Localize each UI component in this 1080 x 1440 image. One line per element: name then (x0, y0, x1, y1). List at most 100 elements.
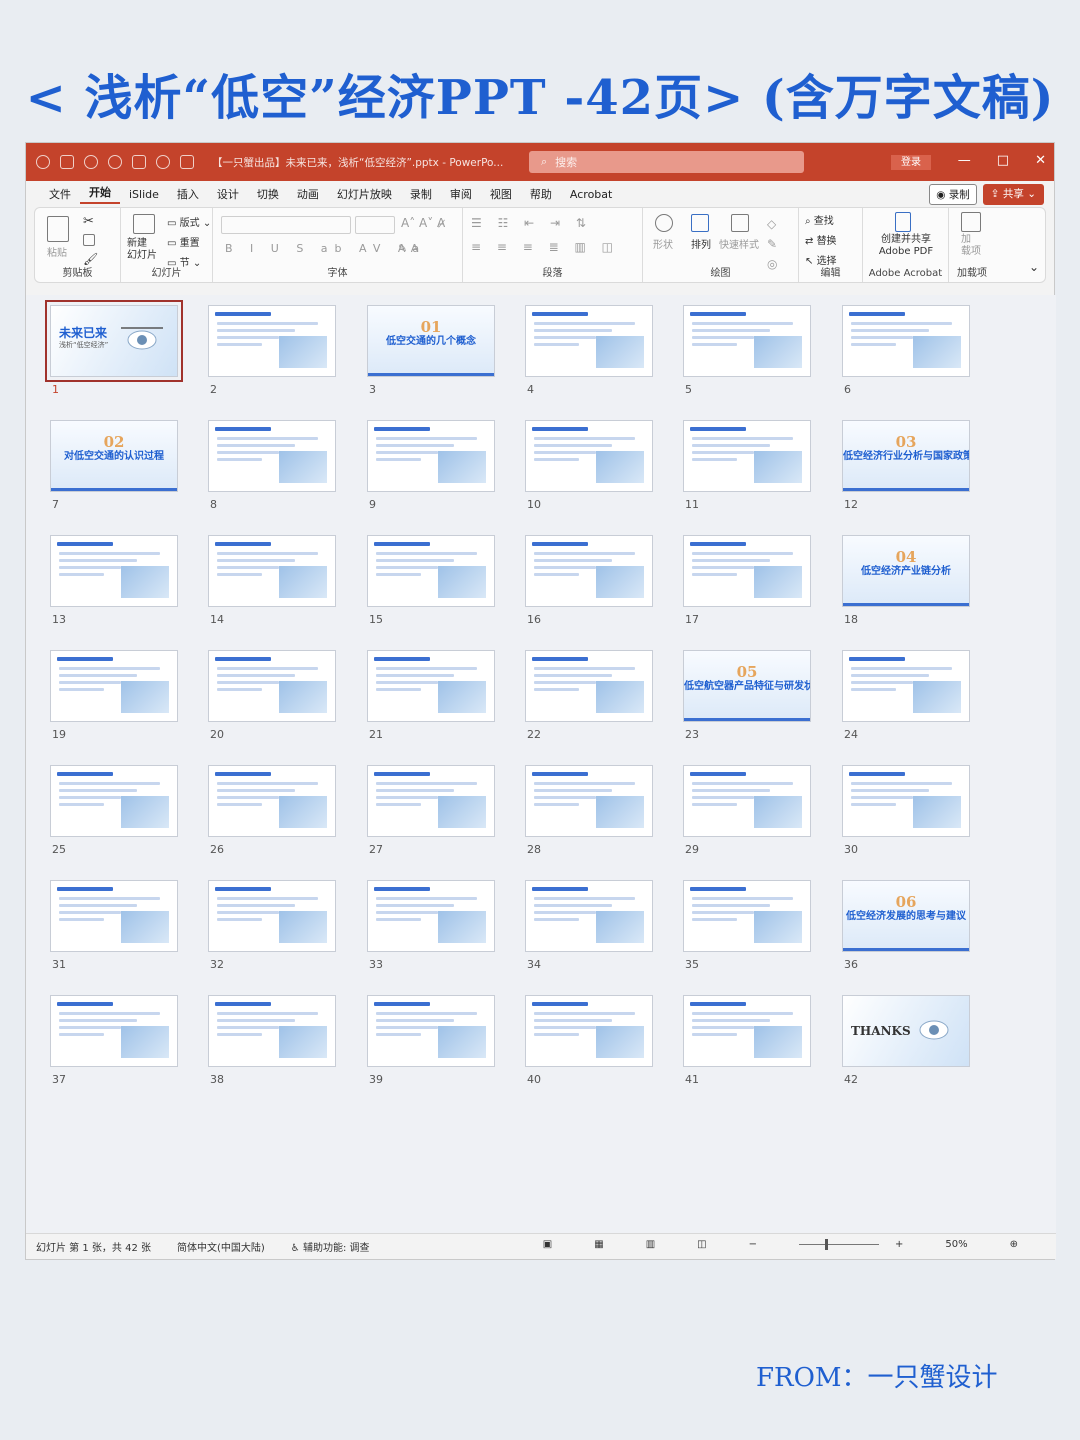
minimize-button[interactable]: — (958, 153, 971, 168)
slide-thumbnail[interactable] (50, 995, 178, 1067)
slide-sorter-icon[interactable]: ▦ (594, 1239, 603, 1250)
find-button[interactable]: ⌕ 查找 (805, 212, 834, 227)
cut-icon[interactable]: ✂ (83, 214, 94, 229)
addins-button[interactable]: 加 载项 (961, 234, 981, 258)
tab-record[interactable]: 录制 (401, 186, 441, 202)
slide-thumbnail[interactable] (525, 880, 653, 952)
tab-review[interactable]: 审阅 (441, 186, 481, 202)
font-grow-icon[interactable]: A˄ A˅ A̷ (401, 216, 445, 230)
create-pdf-button[interactable]: 创建并共享 Adobe PDF (867, 234, 945, 258)
slide-thumbnail[interactable]: 未来已来 浅析“低空经济” (45, 300, 183, 382)
redo-icon[interactable] (108, 155, 122, 169)
login-button[interactable]: 登录 (891, 155, 931, 170)
slide-thumbnail[interactable] (842, 650, 970, 722)
slide-thumbnail[interactable] (50, 880, 178, 952)
slide-thumbnail[interactable] (208, 650, 336, 722)
accessibility-status[interactable]: ♿ 辅助功能: 调查 (291, 1239, 396, 1254)
slide-thumbnail[interactable] (50, 535, 178, 607)
slide-thumbnail[interactable]: 01 低空交通的几个概念 (367, 305, 495, 377)
maximize-button[interactable]: □ (997, 153, 1009, 168)
reading-view-icon[interactable]: ▥ (646, 1239, 655, 1250)
collapse-ribbon-icon[interactable]: ⌄ (1029, 260, 1039, 274)
tab-file[interactable]: 文件 (40, 186, 80, 202)
language-status[interactable]: 简体中文(中国大陆) (177, 1239, 265, 1254)
quick-styles-icon[interactable] (731, 214, 749, 232)
slide-thumbnail[interactable] (683, 535, 811, 607)
slide-thumbnail[interactable] (208, 995, 336, 1067)
slide-thumbnail[interactable] (367, 420, 495, 492)
slide-thumbnail[interactable] (208, 420, 336, 492)
draw-icon[interactable] (156, 155, 170, 169)
slide-thumbnail[interactable] (842, 765, 970, 837)
reset-button[interactable]: ▭ 重置 (167, 234, 200, 249)
slideshow-icon[interactable]: ◫ (697, 1239, 706, 1250)
zoom-in-button[interactable]: + (895, 1239, 903, 1250)
shape-icon[interactable] (655, 214, 673, 232)
search-box[interactable]: ⌕ 搜索 (529, 151, 804, 173)
tab-islide[interactable]: iSlide (120, 188, 168, 201)
slide-thumbnail[interactable] (367, 650, 495, 722)
new-slide-icon[interactable] (133, 214, 155, 234)
tab-home[interactable]: 开始 (80, 184, 120, 204)
font-family-select[interactable] (221, 216, 351, 234)
slide-thumbnail[interactable]: 02 对低空交通的认识过程 (50, 420, 178, 492)
slide-thumbnail[interactable] (208, 305, 336, 377)
slide-thumbnail[interactable] (208, 535, 336, 607)
zoom-slider[interactable] (798, 1239, 879, 1250)
slide-thumbnail[interactable]: 05 低空航空器产品特征与研发状况 (683, 650, 811, 722)
new-slide-button[interactable]: 新建 幻灯片 (127, 238, 157, 262)
slide-thumbnail[interactable] (367, 995, 495, 1067)
close-button[interactable]: ✕ (1035, 153, 1046, 168)
align-icons[interactable]: ≡ ≡ ≡ ≣ ▥ ◫ (471, 240, 619, 254)
present-icon[interactable] (132, 155, 146, 169)
slide-thumbnail[interactable] (50, 765, 178, 837)
slide-thumbnail[interactable] (842, 305, 970, 377)
slide-thumbnail[interactable] (683, 765, 811, 837)
tab-view[interactable]: 视图 (481, 186, 521, 202)
slide-thumbnail[interactable] (683, 305, 811, 377)
slide-thumbnail[interactable] (367, 880, 495, 952)
tab-insert[interactable]: 插入 (168, 186, 208, 202)
zoom-level[interactable]: 50% (945, 1239, 967, 1250)
slide-thumbnail[interactable]: 06 低空经济发展的思考与建议 (842, 880, 970, 952)
slide-thumbnail[interactable] (683, 420, 811, 492)
share-button[interactable]: ⇪ 共享 ⌄ (982, 184, 1044, 205)
paste-icon[interactable] (47, 216, 69, 242)
tab-transitions[interactable]: 切换 (248, 186, 288, 202)
replace-button[interactable]: ⇄ 替换 (805, 232, 837, 247)
slide-thumbnail[interactable] (367, 535, 495, 607)
slide-thumbnail[interactable] (525, 535, 653, 607)
slide-thumbnail[interactable] (683, 995, 811, 1067)
slide-thumbnail[interactable] (525, 765, 653, 837)
slide-thumbnail[interactable] (525, 995, 653, 1067)
slide-thumbnail[interactable]: THANKS (842, 995, 970, 1067)
slide-thumbnail[interactable] (50, 650, 178, 722)
font-format-icons[interactable]: B I U S ab AV Aa (225, 242, 426, 255)
slide-thumbnail[interactable] (525, 650, 653, 722)
slide-thumbnail[interactable]: 04 低空经济产业链分析 (842, 535, 970, 607)
layout-button[interactable]: ▭ 版式 ⌄ (167, 214, 211, 229)
slide-thumbnail[interactable] (367, 765, 495, 837)
copy-icon[interactable] (83, 234, 95, 246)
slide-thumbnail[interactable]: 03 低空经济行业分析与国家政策 (842, 420, 970, 492)
fit-window-icon[interactable]: ⊕ (1010, 1239, 1018, 1250)
slide-thumbnail[interactable] (208, 880, 336, 952)
undo-icon[interactable] (84, 155, 98, 169)
tab-slideshow[interactable]: 幻灯片放映 (328, 186, 401, 202)
slide-thumbnail[interactable] (525, 305, 653, 377)
list-icons[interactable]: ☰ ☷ ⇤ ⇥ ⇅ (471, 216, 592, 230)
tab-design[interactable]: 设计 (208, 186, 248, 202)
tab-animations[interactable]: 动画 (288, 186, 328, 202)
slide-thumbnail[interactable] (525, 420, 653, 492)
save-icon[interactable] (60, 155, 74, 169)
font-color-icons[interactable]: ✎ A (398, 242, 418, 255)
addins-icon[interactable] (961, 212, 981, 232)
tab-acrobat[interactable]: Acrobat (561, 188, 621, 201)
tab-help[interactable]: 帮助 (521, 186, 561, 202)
zoom-out-button[interactable]: − (749, 1239, 757, 1250)
image-icon[interactable] (180, 155, 194, 169)
pdf-icon[interactable] (895, 212, 911, 232)
autosave-icon[interactable] (36, 155, 50, 169)
arrange-icon[interactable] (691, 214, 709, 232)
font-size-select[interactable] (355, 216, 395, 234)
